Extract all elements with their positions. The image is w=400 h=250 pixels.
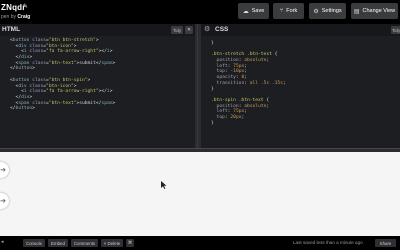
console-button[interactable]: Console [23,239,45,247]
html-pane-title: HTML [2,26,21,33]
html-close-button[interactable]: ✕ [185,26,193,34]
gear-icon: ⚙ [313,8,319,15]
spin-button-preview[interactable]: ➔ [0,193,9,209]
stretch-button-preview[interactable]: ➔ [0,162,9,178]
fork-button[interactable]: ⑂ Fork [273,3,304,19]
save-button[interactable]: ☁ Save [238,3,269,19]
html-tidy-button[interactable]: Tidy [171,26,183,34]
settings-label: Settings [321,8,342,14]
css-code-editor[interactable]: } .btn-stretch .btn-text { position: abso… [201,41,400,126]
delete-button[interactable]: × Delete [101,239,123,247]
html-code-line: </button> [10,106,35,112]
author-name[interactable]: Craig [17,14,30,20]
pencil-icon[interactable]: ✎ [23,3,28,10]
change-view-label: Change View [362,8,396,14]
collapse-arrow-icon[interactable]: ◂ [1,239,4,245]
change-view-button[interactable]: ▤ Change View [351,3,398,19]
html-editor-pane: HTML Tidy ✕ <button class="btn btn-stret… [0,24,195,148]
pen-title[interactable]: ZNqdr [1,3,26,12]
pen-author: pen by Craig [1,14,31,20]
css-pane-header: ⚙ CSS Tidy [201,24,400,36]
share-button[interactable]: Share [375,239,396,247]
fork-icon: ⑂ [279,8,284,14]
css-tidy-button[interactable]: Tidy [391,26,400,34]
comments-button[interactable]: Comments [71,239,98,247]
editor-area: HTML Tidy ✕ <button class="btn btn-stret… [0,24,400,148]
css-code-line: } [211,120,214,126]
fork-label: Fork [286,8,298,14]
css-editor-pane: ⚙ CSS Tidy } .btn-stretch .btn-text { pos… [201,24,400,148]
css-settings-gear-icon[interactable]: ⚙ [204,25,210,33]
layout-icon: ▤ [353,8,360,15]
save-status: Last saved less than a minute ago [293,240,363,245]
html-code-editor[interactable]: <button class="btn btn-stretch"> <div cl… [0,38,195,112]
cloud-icon: ☁ [242,8,249,15]
embed-button[interactable]: Embed [48,239,68,247]
save-label: Save [251,8,265,14]
bottom-footer: ◂ Console Embed Comments × Delete ⌘ Last… [0,236,400,250]
mouse-cursor-icon [161,181,167,189]
settings-button[interactable]: ⚙ Settings [309,3,346,19]
css-pane-title: CSS [215,26,229,33]
top-header: ZNqdr ✎ pen by Craig ☁ Save ⑂ Fork ⚙ Set… [0,0,400,24]
arrow-right-icon: ➔ [0,198,6,205]
keyboard-shortcuts-button[interactable]: ⌘ [126,239,134,247]
html-pane-header: HTML Tidy ✕ [0,24,195,36]
arrow-right-icon: ➔ [0,167,6,174]
result-preview[interactable]: ➔ ➔ [0,152,400,236]
